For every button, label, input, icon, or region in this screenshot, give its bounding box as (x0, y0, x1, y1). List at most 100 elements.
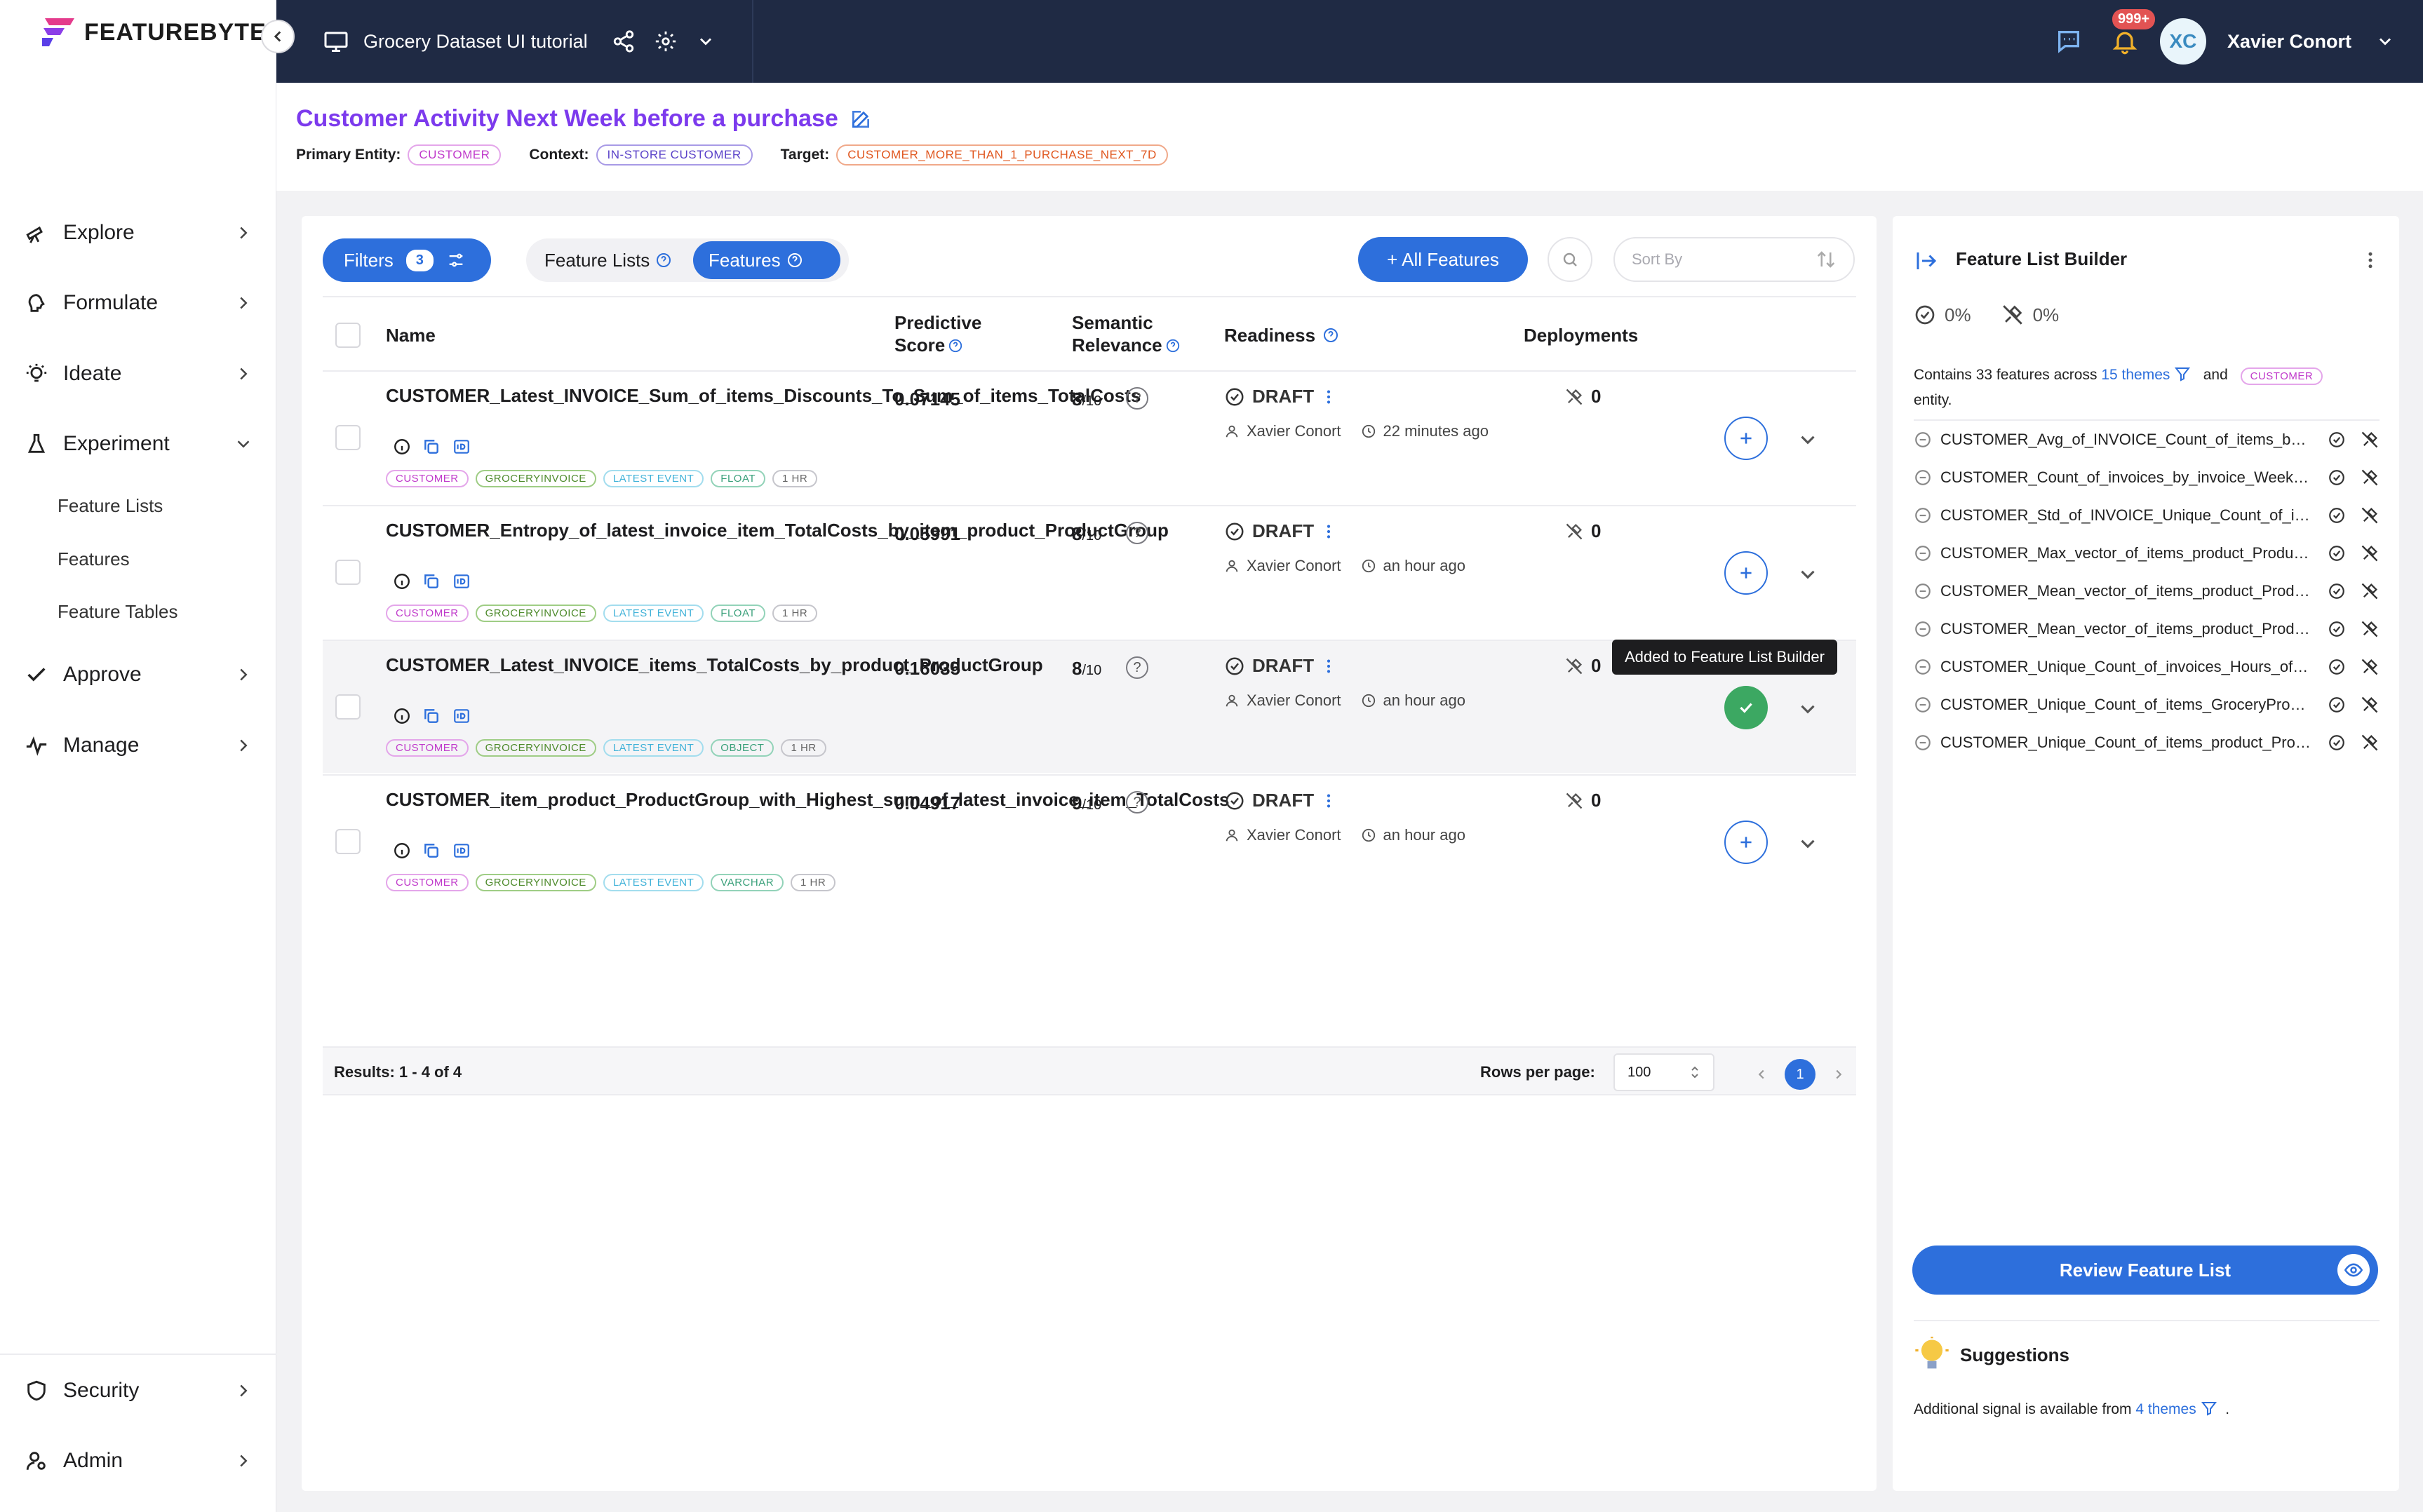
sidebar-item-admin[interactable]: Admin (22, 1440, 254, 1482)
all-features-button[interactable]: + All Features (1358, 237, 1528, 282)
remove-circle-icon[interactable] (1914, 544, 1932, 562)
table-row[interactable]: CUSTOMER_Entropy_of_latest_invoice_item_… (323, 505, 1856, 638)
remove-circle-icon[interactable] (1914, 658, 1932, 676)
sidebar-sub-feature-tables[interactable]: Feature Tables (58, 601, 178, 623)
relevance-help-icon[interactable]: ? (1126, 791, 1148, 814)
readiness-status[interactable]: DRAFT (1224, 386, 1336, 407)
builder-feature-item[interactable]: CUSTOMER_Avg_of_INVOICE_Count_of_items_b… (1914, 421, 2380, 459)
info-icon[interactable] (393, 438, 411, 456)
sidebar-item-formulate[interactable]: Formulate (22, 282, 254, 324)
row-checkbox[interactable] (335, 425, 361, 450)
add-to-builder-button[interactable] (1724, 417, 1768, 460)
notifications[interactable]: 999+ (2111, 9, 2156, 55)
sidebar-item-manage[interactable]: Manage (22, 724, 254, 767)
col-predictive-score[interactable]: Predictive Score (894, 311, 981, 356)
chevron-down-icon[interactable] (2375, 32, 2395, 51)
info-icon[interactable] (393, 707, 411, 725)
project-selector[interactable]: Grocery Dataset UI tutorial (323, 0, 716, 83)
more-vertical-icon[interactable] (1321, 522, 1336, 541)
chevron-down-icon[interactable] (1796, 562, 1820, 586)
builder-feature-item[interactable]: CUSTOMER_Unique_Count_of_items_GroceryPr… (1914, 686, 2380, 724)
avatar[interactable]: XC (2159, 18, 2206, 65)
panel-collapse-icon[interactable] (1914, 248, 1939, 274)
row-checkbox[interactable] (335, 694, 361, 720)
col-semantic-relevance[interactable]: Semantic Relevance (1072, 311, 1181, 356)
chevron-down-icon[interactable] (1796, 428, 1820, 452)
remove-circle-icon[interactable] (1914, 620, 1932, 638)
remove-circle-icon[interactable] (1914, 431, 1932, 449)
prev-page-icon[interactable] (1754, 1067, 1769, 1082)
builder-feature-item[interactable]: CUSTOMER_Count_of_invoices_by_invoice_We… (1914, 459, 2380, 497)
sidebar-sub-feature-lists[interactable]: Feature Lists (58, 495, 163, 517)
id-card-icon[interactable] (452, 572, 471, 590)
id-card-icon[interactable] (452, 707, 471, 725)
readiness-status[interactable]: DRAFT (1224, 655, 1336, 677)
row-checkbox[interactable] (335, 560, 361, 585)
relevance-help-icon[interactable]: ? (1126, 656, 1148, 679)
builder-feature-item[interactable]: CUSTOMER_Unique_Count_of_items_product_P… (1914, 724, 2380, 752)
collapse-sidebar-button[interactable] (261, 20, 295, 53)
table-row[interactable]: CUSTOMER_item_product_ProductGroup_with_… (323, 774, 1856, 907)
chat-icon[interactable] (2055, 27, 2083, 55)
tab-features[interactable]: Features (693, 241, 840, 279)
copy-icon[interactable] (422, 707, 441, 725)
themes-link[interactable]: 15 themes (2101, 367, 2170, 383)
copy-icon[interactable] (422, 842, 441, 860)
rows-per-page-select[interactable]: 100 (1613, 1053, 1714, 1091)
sidebar-item-ideate[interactable]: Ideate (22, 353, 254, 395)
primary-entity-badge[interactable]: CUSTOMER (408, 144, 502, 166)
sidebar-item-explore[interactable]: Explore (22, 212, 254, 254)
select-all-checkbox[interactable] (335, 323, 361, 348)
review-feature-list-button[interactable]: Review Feature List (1912, 1246, 2378, 1295)
add-to-builder-button[interactable] (1724, 551, 1768, 595)
sidebar-item-approve[interactable]: Approve (22, 654, 254, 696)
page-current[interactable]: 1 (1785, 1059, 1815, 1090)
suggested-themes-link[interactable]: 4 themes (2135, 1401, 2196, 1417)
add-to-builder-button[interactable] (1724, 821, 1768, 864)
sidebar-item-security[interactable]: Security (22, 1370, 254, 1412)
id-card-icon[interactable] (452, 842, 471, 860)
builder-feature-item[interactable]: CUSTOMER_Max_vector_of_items_product_Pro… (1914, 534, 2380, 572)
remove-circle-icon[interactable] (1914, 506, 1932, 525)
sidebar-sub-features[interactable]: Features (58, 548, 130, 570)
info-icon[interactable] (393, 572, 411, 590)
user-name[interactable]: Xavier Conort (2227, 31, 2351, 53)
feature-name[interactable]: CUSTOMER_Latest_INVOICE_items_TotalCosts… (386, 654, 1043, 677)
target-badge[interactable]: CUSTOMER_MORE_THAN_1_PURCHASE_NEXT_7D (836, 144, 1168, 166)
filter-icon[interactable] (2174, 365, 2191, 382)
feature-name[interactable]: CUSTOMER_Entropy_of_latest_invoice_item_… (386, 519, 1169, 542)
builder-feature-item[interactable]: CUSTOMER_Unique_Count_of_invoices_Hours_… (1914, 648, 2380, 686)
row-checkbox[interactable] (335, 829, 361, 854)
readiness-status[interactable]: DRAFT (1224, 520, 1336, 542)
relevance-help-icon[interactable]: ? (1126, 522, 1148, 544)
edit-icon[interactable] (850, 108, 872, 130)
next-page-icon[interactable] (1831, 1067, 1846, 1082)
more-vertical-icon[interactable] (1321, 387, 1336, 407)
builder-feature-item[interactable]: CUSTOMER_Mean_vector_of_items_product_Pr… (1914, 572, 2380, 610)
col-name[interactable]: Name (386, 324, 436, 346)
table-row[interactable]: CUSTOMER_Latest_INVOICE_Sum_of_items_Dis… (323, 370, 1856, 504)
copy-icon[interactable] (422, 438, 441, 456)
relevance-help-icon[interactable]: ? (1126, 387, 1148, 410)
builder-feature-item[interactable]: CUSTOMER_Mean_vector_of_items_product_Pr… (1914, 610, 2380, 648)
chevron-down-icon[interactable] (1796, 697, 1820, 721)
col-deployments[interactable]: Deployments (1524, 324, 1638, 346)
entity-badge[interactable]: CUSTOMER (2240, 367, 2323, 385)
remove-circle-icon[interactable] (1914, 468, 1932, 487)
more-vertical-icon[interactable] (1321, 656, 1336, 676)
share-icon[interactable] (612, 29, 636, 53)
id-card-icon[interactable] (452, 438, 471, 456)
sidebar-item-experiment[interactable]: Experiment (22, 423, 254, 465)
builder-feature-item[interactable]: CUSTOMER_Std_of_INVOICE_Unique_Count_of_… (1914, 497, 2380, 534)
readiness-status[interactable]: DRAFT (1224, 790, 1336, 811)
more-vertical-icon[interactable] (1321, 791, 1336, 811)
info-icon[interactable] (393, 842, 411, 860)
feature-name[interactable]: CUSTOMER_Latest_INVOICE_Sum_of_items_Dis… (386, 384, 1141, 407)
sort-by-select[interactable]: Sort By (1613, 237, 1855, 282)
feature-name[interactable]: CUSTOMER_item_product_ProductGroup_with_… (386, 788, 1230, 811)
more-vertical-icon[interactable] (2360, 250, 2381, 271)
filters-button[interactable]: Filters 3 (323, 238, 491, 282)
col-readiness[interactable]: Readiness (1224, 324, 1339, 346)
brand-logo[interactable]: FEATUREBYTE (41, 15, 267, 49)
filter-icon[interactable] (2201, 1400, 2217, 1417)
